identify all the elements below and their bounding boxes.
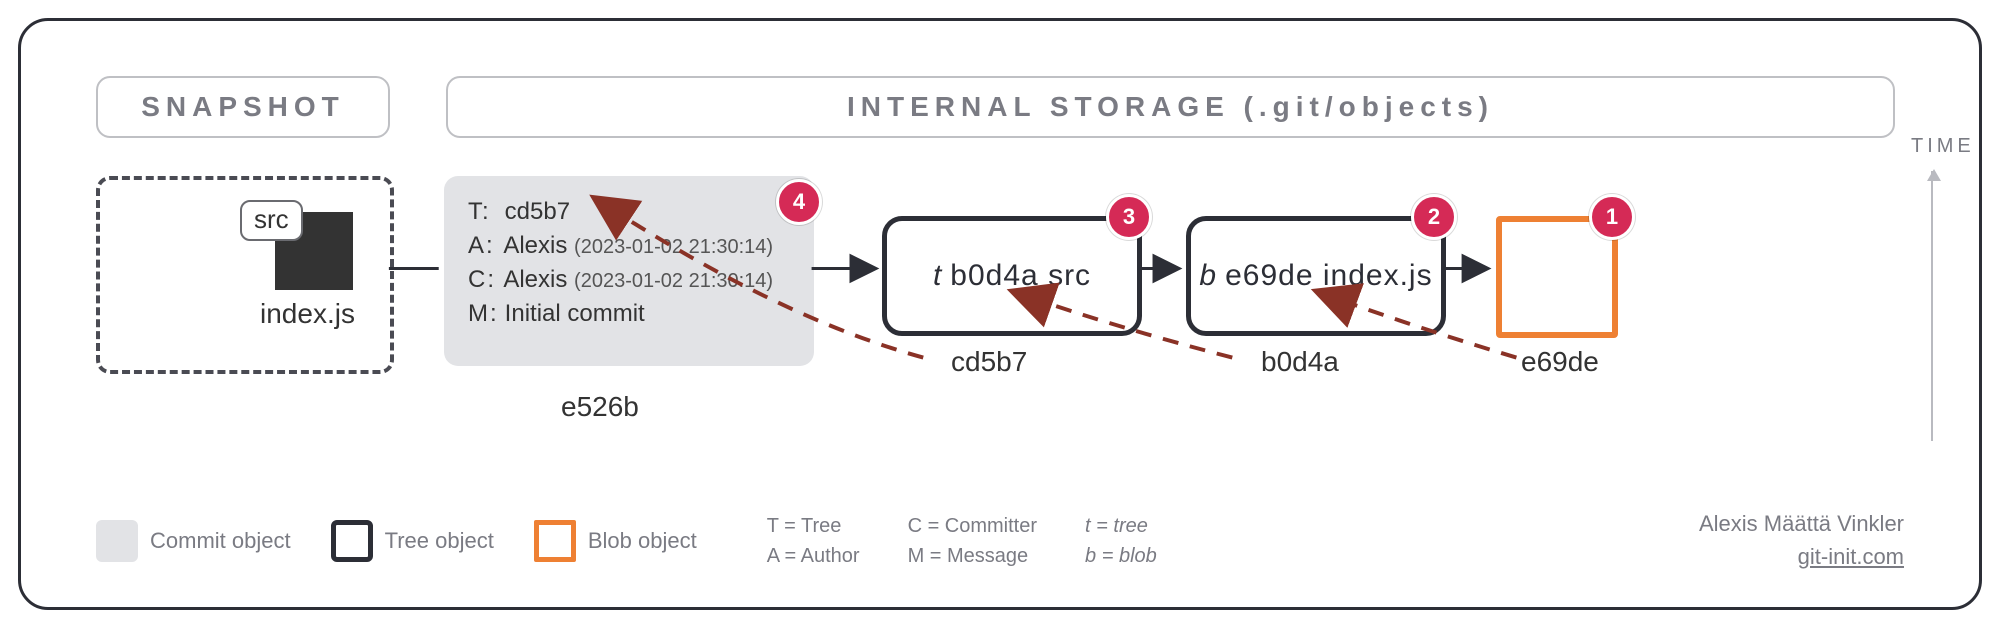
commit-author-ts: (2023-01-02 21:30:14) (574, 236, 773, 258)
commit-message: Initial commit (505, 300, 645, 327)
legend-commit: Commit object (96, 520, 291, 562)
credit-site: git-init.com (1699, 540, 1904, 573)
tree-src-type: b (1199, 259, 1217, 293)
time-axis (1931, 171, 1933, 441)
commit-author-name: Alexis (503, 232, 567, 259)
commit-hash-label: e526b (561, 391, 639, 423)
legend-key-T: T = Tree (767, 511, 860, 541)
blob-hash-label: e69de (1521, 346, 1599, 378)
legend-blob: Blob object (534, 520, 697, 562)
tree-src-entry-name: index.js (1323, 259, 1433, 293)
commit-message-key: M: (468, 300, 498, 328)
legend-key-C: C = Committer (908, 511, 1037, 541)
legend: Commit object Tree object Blob object T … (96, 511, 1904, 571)
folder-tag-src: src (240, 200, 303, 241)
credit-author: Alexis Määttä Vinkler (1699, 507, 1904, 540)
legend-tree-swatch (331, 520, 373, 562)
credit-block: Alexis Määttä Vinkler git-init.com (1699, 507, 1904, 573)
commit-committer-ts: (2023-01-02 21:30:14) (574, 270, 773, 292)
legend-blob-label: Blob object (588, 528, 697, 554)
tree-object-root: t b0d4a src (882, 216, 1142, 336)
commit-object: T: cd5b7 A: Alexis (2023-01-02 21:30:14)… (444, 176, 814, 366)
tree-root-entry-name: src (1048, 259, 1091, 293)
step-badge-2: 2 (1411, 194, 1457, 240)
step-badge-3: 3 (1106, 194, 1152, 240)
diagram-frame: SNAPSHOT INTERNAL STORAGE (.git/objects)… (18, 18, 1982, 610)
tree-src-entry-hash: e69de (1225, 259, 1313, 293)
legend-tree: Tree object (331, 520, 494, 562)
file-name-label: index.js (260, 298, 355, 330)
legend-key-t: t = tree (1085, 511, 1157, 541)
commit-author-key: A: (468, 232, 498, 260)
legend-commit-swatch (96, 520, 138, 562)
header-internal-storage: INTERNAL STORAGE (.git/objects) (446, 76, 1895, 138)
step-badge-4: 4 (776, 179, 822, 225)
tree-src-hash-label: b0d4a (1261, 346, 1339, 378)
commit-tree-key: T: (468, 198, 498, 226)
tree-object-src: b e69de index.js (1186, 216, 1446, 336)
step-badge-1: 1 (1589, 194, 1635, 240)
legend-tree-label: Tree object (385, 528, 494, 554)
commit-committer-key: C: (468, 266, 498, 294)
tree-root-hash-label: cd5b7 (951, 346, 1027, 378)
header-snapshot: SNAPSHOT (96, 76, 390, 138)
commit-committer-name: Alexis (503, 266, 567, 293)
tree-root-entry-hash: b0d4a (950, 259, 1038, 293)
legend-key-M: M = Message (908, 541, 1037, 571)
legend-blob-swatch (534, 520, 576, 562)
commit-tree-hash: cd5b7 (505, 198, 570, 225)
tree-root-type: t (933, 259, 942, 293)
legend-key-b: b = blob (1085, 541, 1157, 571)
legend-key-A: A = Author (767, 541, 860, 571)
time-axis-label: TIME (1911, 135, 1975, 158)
snapshot-box: src index.js (96, 176, 394, 374)
legend-commit-label: Commit object (150, 528, 291, 554)
